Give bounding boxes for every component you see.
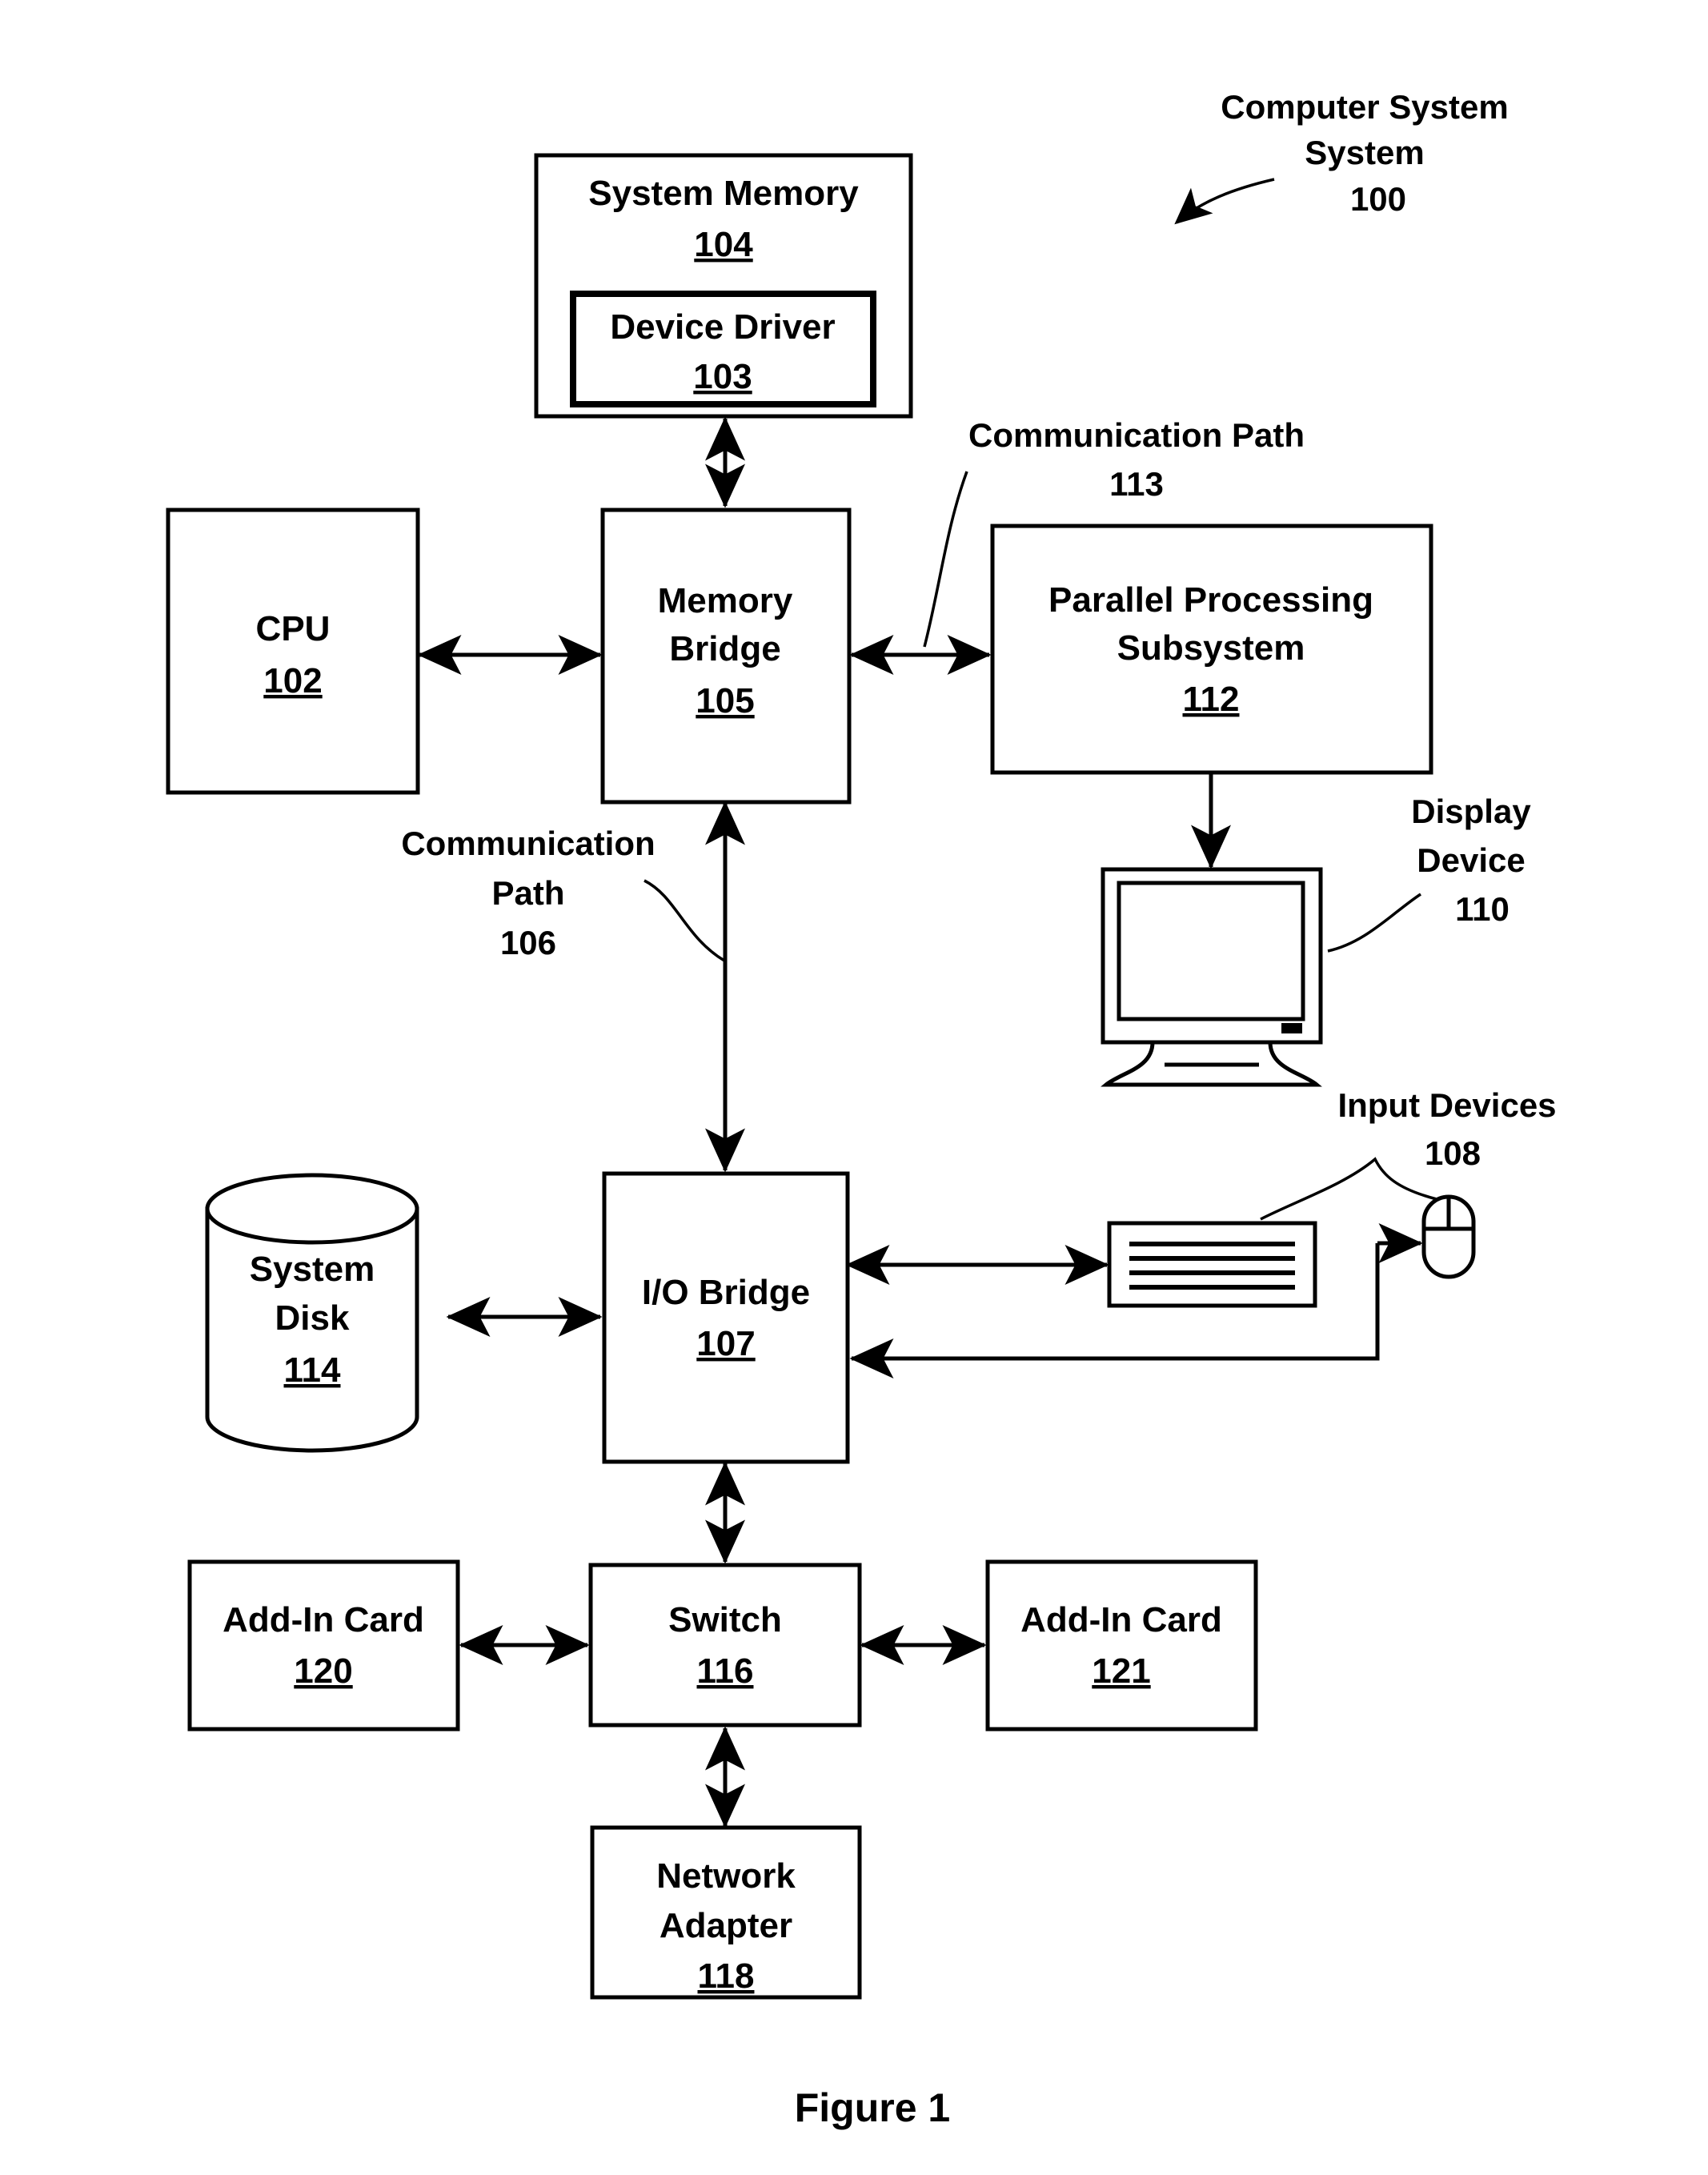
- io-bridge-box: [602, 1171, 850, 1464]
- system-disk-number: 114: [284, 1350, 342, 1390]
- patent-figure: System Memory 104 Device Driver 103 CPU …: [0, 0, 1708, 2175]
- figure-caption: Figure 1: [795, 2085, 950, 2130]
- display-device-label-line2: Device: [1417, 841, 1525, 879]
- comm-path-113-leader: [923, 471, 968, 648]
- callout-computer-system: Computer System System 100: [1174, 88, 1509, 225]
- callout-communication-path-106: Communication Path 106: [401, 825, 725, 962]
- pps-number: 112: [1183, 680, 1240, 719]
- display-device-icon: [1101, 867, 1323, 1087]
- device-driver-number: 103: [693, 357, 752, 396]
- system-disk-cylinder-top: [205, 1173, 419, 1245]
- keyboard-body: [1107, 1221, 1317, 1308]
- block-add-in-card-120: Add-In Card 120: [187, 1559, 460, 1732]
- block-parallel-processing-subsystem: Parallel Processing Subsystem 112: [990, 524, 1433, 775]
- comm-path-106-label-line1: Communication: [401, 825, 655, 862]
- computer-system-block-diagram: System Memory 104 Device Driver 103 CPU …: [166, 88, 1557, 2130]
- network-adapter-number: 118: [698, 1956, 755, 1996]
- system-disk-label-line1: System: [250, 1250, 375, 1289]
- monitor-power-led: [1281, 1023, 1302, 1033]
- add-in-card-121-number: 121: [1092, 1651, 1150, 1691]
- cpu-box: [166, 508, 420, 795]
- cpu-number: 102: [263, 661, 322, 700]
- computer-system-leader-arrow: [1174, 178, 1275, 225]
- block-system-memory: System Memory 104 Device Driver 103: [534, 153, 913, 419]
- comm-path-106-number: 106: [500, 924, 556, 961]
- block-memory-bridge: Memory Bridge 105: [600, 508, 852, 805]
- add-in-card-120-box: [187, 1559, 460, 1732]
- mouse-icon: [1421, 1194, 1476, 1279]
- comm-path-106-leader: [644, 879, 725, 962]
- network-adapter-label-line1: Network: [656, 1856, 796, 1896]
- pps-label-line1: Parallel Processing: [1048, 580, 1373, 620]
- system-memory-number: 104: [694, 225, 753, 264]
- computer-system-label: Computer System: [1221, 88, 1508, 126]
- memory-bridge-label-line2: Bridge: [669, 629, 780, 668]
- keyboard-icon: [1107, 1221, 1317, 1308]
- switch-label: Switch: [668, 1600, 782, 1639]
- cpu-label: CPU: [256, 609, 331, 648]
- add-in-card-121-label: Add-In Card: [1020, 1600, 1222, 1639]
- monitor-screen: [1117, 881, 1305, 1021]
- block-io-bridge: I/O Bridge 107: [602, 1171, 850, 1464]
- block-cpu: CPU 102: [166, 508, 420, 795]
- network-adapter-label-line2: Adapter: [660, 1906, 792, 1945]
- callout-display-device: Display Device 110: [1327, 793, 1531, 953]
- add-in-card-120-number: 120: [294, 1651, 352, 1691]
- comm-path-113-label: Communication Path: [968, 416, 1305, 454]
- io-bridge-label: I/O Bridge: [642, 1273, 810, 1312]
- display-device-label-line1: Display: [1411, 793, 1531, 830]
- computer-system-label-line2: System: [1305, 134, 1424, 171]
- add-in-card-121-box: [985, 1559, 1258, 1732]
- io-bridge-number: 107: [696, 1324, 755, 1363]
- comm-path-106-label-line2: Path: [491, 874, 564, 912]
- block-add-in-card-121: Add-In Card 121: [985, 1559, 1258, 1732]
- system-memory-label: System Memory: [588, 174, 859, 213]
- add-in-card-120-label: Add-In Card: [223, 1600, 424, 1639]
- block-system-disk: System Disk 114: [205, 1173, 419, 1453]
- block-network-adapter: Network Adapter 118: [590, 1825, 862, 2000]
- display-device-number: 110: [1455, 890, 1510, 928]
- switch-number: 116: [697, 1651, 754, 1691]
- memory-bridge-label-line1: Memory: [658, 581, 793, 620]
- input-devices-label: Input Devices: [1337, 1086, 1556, 1124]
- input-devices-brace-leader: [1260, 1157, 1437, 1221]
- block-switch: Switch 116: [588, 1563, 862, 1728]
- input-devices-number: 108: [1425, 1134, 1481, 1172]
- display-device-leader: [1327, 893, 1421, 953]
- pps-label-line2: Subsystem: [1117, 628, 1305, 668]
- switch-box: [588, 1563, 862, 1728]
- comm-path-113-number: 113: [1109, 465, 1164, 503]
- memory-bridge-number: 105: [696, 681, 754, 720]
- device-driver-label: Device Driver: [610, 307, 835, 347]
- computer-system-number: 100: [1350, 180, 1406, 218]
- callout-input-devices: Input Devices 108: [1260, 1086, 1557, 1221]
- system-disk-label-line2: Disk: [275, 1298, 350, 1338]
